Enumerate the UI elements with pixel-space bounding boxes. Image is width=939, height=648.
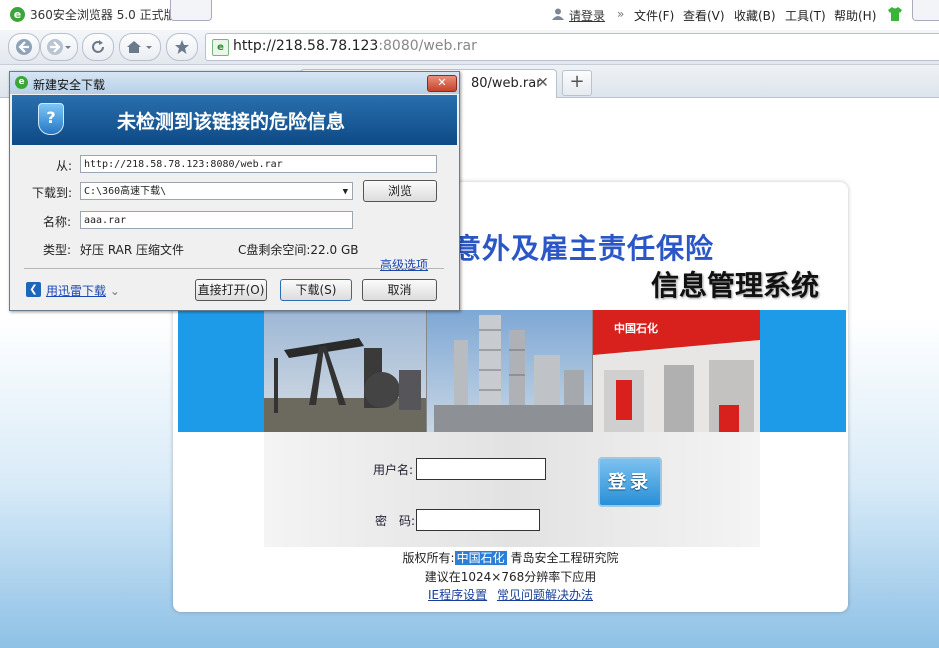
menu-favorites[interactable]: 收藏(B) [734,7,776,24]
chevron-double-down-icon[interactable]: ⌄ [110,284,120,298]
xunlei-icon: ❮ [26,282,41,297]
filename-input[interactable]: aaa.rar [80,211,353,229]
dialog-banner: ? 未检测到该链接的危险信息 [12,95,457,145]
username-label: 用户名: [373,463,414,477]
address-bar[interactable]: e http://218.58.78.123:8080/web.rar [205,33,939,61]
browser-title: 360安全浏览器 5.0 正式版 [30,8,176,22]
dialog-close-button[interactable]: ✕ [427,75,457,92]
window-control-button[interactable] [912,0,939,21]
system-title-line2: 信息管理系统 [651,269,820,302]
xunlei-download-link-text[interactable]: 用迅雷下载 [46,284,106,298]
dialog-divider [24,268,444,269]
xunlei-download-link[interactable]: 用迅雷下载 ⌄ [46,282,120,299]
user-icon [551,7,565,24]
menu-expand-icon[interactable]: » [617,7,624,21]
forward-button[interactable] [40,33,78,61]
menu-tools[interactable]: 工具(T) [785,7,826,24]
tab-close-icon[interactable]: ✕ [537,75,549,91]
username-input[interactable] [416,458,546,480]
advanced-options-link[interactable]: 高级选项 [380,256,428,273]
tab-label: 80/web.rar [471,76,542,91]
faq-link[interactable]: 常见问题解决办法 [497,588,593,602]
copyright-line: 版权所有: 中国石化 青岛安全工程研究院 [173,549,848,566]
menu-help[interactable]: 帮助(H) [834,7,876,24]
new-tab-button[interactable]: + [562,70,592,96]
download-button[interactable]: 下载(S) [280,279,352,301]
save-to-value: C:\360高速下载\ [84,186,167,197]
login-link[interactable]: 请登录 [569,7,605,24]
dialog-title: 新建安全下载 [33,78,106,92]
copyright-org: 中国石化 [454,551,507,565]
home-button[interactable] [119,33,161,61]
save-to-select[interactable]: C:\360高速下载\ ▼ [80,182,353,200]
oilfield-photos-image: 中国石化 [264,310,760,432]
menu-view[interactable]: 查看(V) [683,7,725,24]
type-value: 好压 RAR 压缩文件 [80,243,185,257]
address-url[interactable]: http://218.58.78.123:8080/web.rar [233,38,477,54]
page-icon: e [212,39,229,56]
type-label: 类型: [43,243,72,257]
disk-space-info: C盘剩余空间:22.0 GB [238,243,359,257]
help-links: IE程序设置 常见问题解决办法 [173,586,848,603]
download-dialog: e 新建安全下载 ✕ ? 未检测到该链接的危险信息 从: http://218.… [9,71,460,311]
favorites-star-button[interactable] [166,33,198,61]
dialog-banner-text: 未检测到该链接的危险信息 [117,111,346,133]
save-to-label: 下载到: [32,186,73,200]
shield-icon: ? [38,103,64,135]
login-button[interactable]: 登录 [598,457,662,507]
browse-button[interactable]: 浏览 [363,180,437,202]
copyright-prefix: 版权所有: [402,551,455,565]
advanced-options-link-text[interactable]: 高级选项 [380,258,428,272]
chevron-down-icon[interactable]: ▼ [343,183,348,199]
window-control-button[interactable] [170,0,212,21]
resolution-note: 建议在1024×768分辨率下应用 [424,570,597,584]
name-label: 名称: [43,215,72,229]
ie-settings-link[interactable]: IE程序设置 [428,588,487,602]
from-field[interactable]: http://218.58.78.123:8080/web.rar [80,155,437,173]
gas-station-sign: 中国石化 [614,321,658,335]
dialog-title-bar: e 新建安全下载 ✕ [10,72,459,94]
system-title-line1: 意外及雇主责任保险 [453,232,715,265]
navigation-bar: e http://218.58.78.123:8080/web.rar [0,30,939,65]
browser-title-bar: e 360安全浏览器 5.0 正式版 请登录 » 文件(F) 查看(V) 收藏(… [0,0,939,30]
banner-photos: 中国石化 [264,310,760,432]
password-input[interactable] [416,509,540,531]
open-directly-button[interactable]: 直接打开(O) [195,279,267,301]
cancel-button[interactable]: 取消 [362,279,437,301]
from-label: 从: [56,159,73,173]
browser-logo-icon: e [10,7,25,22]
password-label: 密 码: [375,514,416,528]
skin-shirt-icon[interactable] [887,7,903,24]
refresh-button[interactable] [82,33,114,61]
back-button[interactable] [8,33,40,61]
copyright-suffix: 青岛安全工程研究院 [510,551,619,565]
dialog-logo-icon: e [15,76,28,89]
menu-file[interactable]: 文件(F) [634,7,674,24]
